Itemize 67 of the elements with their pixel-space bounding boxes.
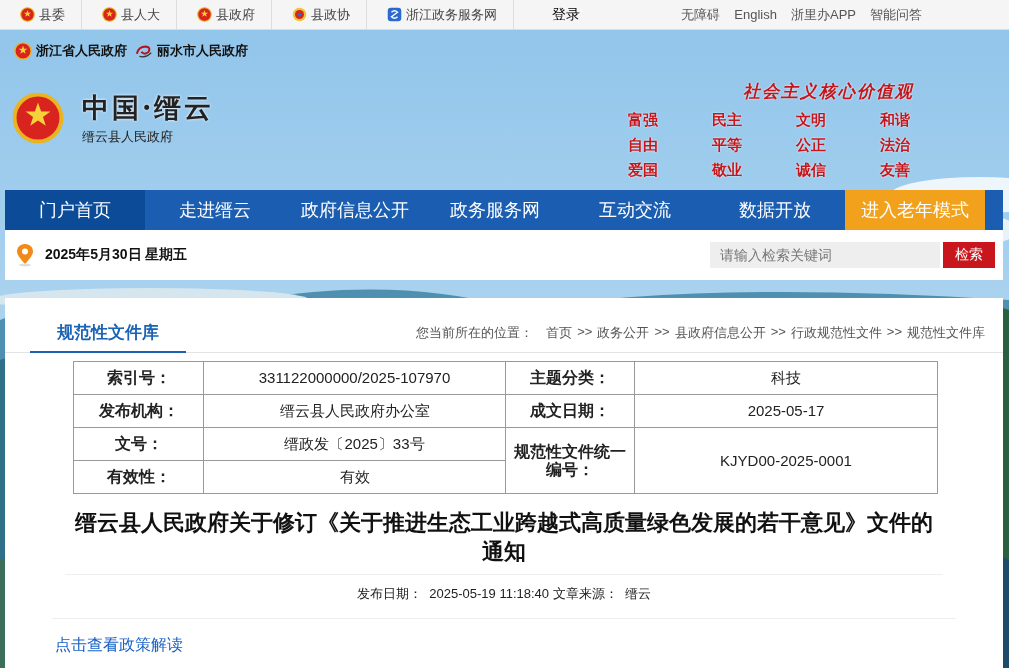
breadcrumb-link[interactable]: 首页 [546, 324, 573, 342]
top-link[interactable]: 无障碍 [681, 0, 721, 30]
field-value: 缙政发〔2025〕33号 [204, 428, 506, 461]
core-value: 平等 [712, 136, 743, 155]
location-pin-icon [15, 243, 35, 267]
top-link[interactable]: 浙里办APP [791, 0, 856, 30]
emblem-icon [197, 7, 212, 22]
top-link[interactable]: 县政协 [272, 0, 367, 30]
field-value: 缙云县人民政府办公室 [204, 395, 506, 428]
search-field[interactable]: 请输入检索关键词 [710, 242, 940, 268]
site-title: 中国·缙云 [82, 91, 215, 125]
field-value: KJYD00-2025-0001 [635, 428, 938, 494]
field-value: 有效 [204, 461, 506, 494]
breadcrumb-link[interactable]: 行政规范性文件 [790, 324, 882, 342]
top-link[interactable]: English [734, 0, 777, 30]
emblem-icon [102, 7, 117, 22]
emblem-icon [292, 7, 307, 22]
field-value: 科技 [635, 362, 938, 395]
core-value: 敬业 [712, 161, 743, 180]
nav-tab[interactable]: 门户首页 [5, 190, 145, 230]
core-value: 法治 [880, 136, 911, 155]
core-value: 和谐 [880, 111, 911, 130]
partner-link[interactable]: 丽水市人民政府 [135, 42, 248, 60]
partner-link[interactable]: 浙江省人民政府 [14, 42, 127, 60]
field-value: 2025-05-17 [635, 395, 938, 428]
emblem-icon [14, 42, 32, 60]
section-tab[interactable]: 规范性文件库 [30, 321, 186, 353]
field-label: 主题分类： [506, 362, 635, 395]
field-label: 发布机构： [74, 395, 204, 428]
breadcrumb-separator: >> [577, 324, 593, 341]
site-subtitle: 缙云县人民政府 [82, 128, 174, 146]
field-label: 索引号： [74, 362, 204, 395]
emblem-icon [20, 7, 35, 22]
field-label: 有效性： [74, 461, 204, 494]
article-title: 缙云县人民政府关于修订《关于推进生态工业跨越式高质量绿色发展的若干意见》文件的通知 [65, 508, 943, 575]
field-label: 成文日期： [506, 395, 635, 428]
top-link[interactable]: 县人大 [82, 0, 177, 30]
top-link[interactable]: 浙江政务服务网 [367, 0, 514, 30]
top-link[interactable]: 智能问答 [870, 0, 922, 30]
core-value: 富强 [628, 111, 659, 130]
breadcrumb-label: 您当前所在的位置： [416, 324, 534, 342]
top-link[interactable]: 县政府 [177, 0, 272, 30]
field-value: 331122000000/2025-107970 [204, 362, 506, 395]
breadcrumb-link[interactable]: 政务公开 [597, 324, 650, 342]
search-button[interactable]: 检索 [943, 242, 995, 268]
slogan: 社会主义核心价值观 [743, 80, 914, 103]
national-emblem-icon [12, 92, 64, 144]
policy-interpretation-link[interactable]: 点击查看政策解读 [55, 635, 183, 656]
breadcrumb-separator: >> [886, 324, 902, 341]
field-label: 规范性文件统一编号： [506, 428, 635, 494]
current-date: 2025年5月30日 星期五 [45, 246, 188, 264]
core-value: 公正 [796, 136, 827, 155]
core-value: 爱国 [628, 161, 659, 180]
login-link[interactable]: 登录 [514, 0, 580, 30]
field-label: 文号： [74, 428, 204, 461]
app-icon [387, 7, 402, 22]
core-value: 文明 [796, 111, 827, 130]
core-value: 友善 [880, 161, 911, 180]
core-value: 民主 [712, 111, 743, 130]
article-meta: 发布日期： 2025-05-19 11:18:40 文章来源： 缙云 [52, 585, 956, 619]
top-link[interactable]: 县委 [0, 0, 82, 30]
breadcrumb-separator: >> [770, 324, 786, 341]
breadcrumb-separator: >> [654, 324, 670, 341]
breadcrumb-link[interactable]: 县政府信息公开 [674, 324, 766, 342]
breadcrumb-link[interactable]: 规范性文件库 [907, 324, 985, 342]
core-value: 诚信 [796, 161, 827, 180]
core-value: 自由 [628, 136, 659, 155]
